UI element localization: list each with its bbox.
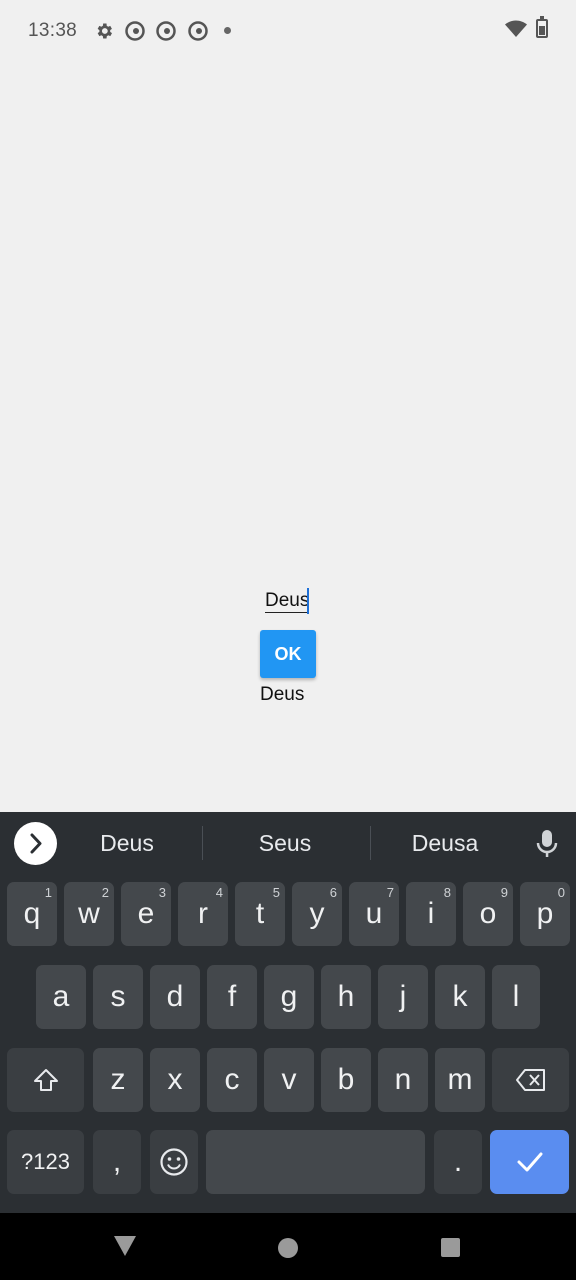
key-b[interactable]: b (321, 1048, 371, 1112)
key-q[interactable]: q1 (7, 882, 57, 946)
checkmark-icon (517, 1152, 542, 1172)
chevron-right-icon (30, 833, 42, 854)
result-text: Deus (260, 684, 305, 705)
key-v[interactable]: v (264, 1048, 314, 1112)
keyboard-expand-button[interactable] (14, 822, 57, 865)
key-d[interactable]: d (150, 965, 200, 1029)
soft-keyboard: Deus Seus Deusa q1 w2 e3 r4 t5 y6 u7 i8 … (0, 812, 576, 1213)
app-notification-icon (125, 21, 145, 41)
key-h[interactable]: h (321, 965, 371, 1029)
recents-square-icon[interactable] (441, 1238, 460, 1257)
home-circle-icon[interactable] (278, 1238, 298, 1258)
app-notification-icon (188, 21, 208, 41)
key-g[interactable]: g (264, 965, 314, 1029)
suggestion-1[interactable]: Deus (62, 830, 192, 857)
key-p[interactable]: p0 (520, 882, 570, 946)
app-notification-icon (156, 21, 176, 41)
key-e[interactable]: e3 (121, 882, 171, 946)
key-t[interactable]: t5 (235, 882, 285, 946)
key-c[interactable]: c (207, 1048, 257, 1112)
key-i[interactable]: i8 (406, 882, 456, 946)
navigation-bar (0, 1213, 576, 1280)
backspace-icon (515, 1069, 545, 1091)
microphone-icon[interactable] (536, 829, 558, 859)
emoji-key[interactable] (150, 1130, 198, 1194)
settings-gear-icon (97, 23, 112, 39)
more-dot-icon (224, 27, 231, 34)
text-cursor (307, 588, 309, 614)
suggestion-2[interactable]: Seus (220, 830, 350, 857)
suggestion-bar: Deus Seus Deusa (0, 812, 576, 876)
key-y[interactable]: y6 (292, 882, 342, 946)
key-r[interactable]: r4 (178, 882, 228, 946)
comma-key[interactable]: , (93, 1130, 141, 1194)
suggestion-divider (370, 826, 371, 860)
battery-icon (536, 16, 548, 38)
emoji-icon (160, 1148, 188, 1176)
back-triangle-icon[interactable] (113, 1235, 137, 1257)
suggestion-divider (202, 826, 203, 860)
status-bar: 13:38 (0, 0, 576, 62)
key-j[interactable]: j (378, 965, 428, 1029)
ok-button[interactable]: OK (260, 630, 316, 678)
key-m[interactable]: m (435, 1048, 485, 1112)
suggestion-3[interactable]: Deusa (380, 830, 510, 857)
backspace-key[interactable] (492, 1048, 569, 1112)
shift-icon (33, 1069, 58, 1091)
key-s[interactable]: s (93, 965, 143, 1029)
key-a[interactable]: a (36, 965, 86, 1029)
key-z[interactable]: z (93, 1048, 143, 1112)
key-o[interactable]: o9 (463, 882, 513, 946)
key-f[interactable]: f (207, 965, 257, 1029)
symbols-key[interactable]: ?123 (7, 1130, 84, 1194)
status-time: 13:38 (28, 20, 78, 41)
enter-key[interactable] (490, 1130, 569, 1194)
key-k[interactable]: k (435, 965, 485, 1029)
key-u[interactable]: u7 (349, 882, 399, 946)
space-bar[interactable] (206, 1130, 425, 1194)
text-input-field[interactable]: Deus (265, 590, 310, 613)
key-n[interactable]: n (378, 1048, 428, 1112)
key-l[interactable]: l (492, 965, 540, 1029)
period-key[interactable]: . (434, 1130, 482, 1194)
key-x[interactable]: x (150, 1048, 200, 1112)
shift-key[interactable] (7, 1048, 84, 1112)
key-w[interactable]: w2 (64, 882, 114, 946)
wifi-icon (505, 20, 527, 37)
